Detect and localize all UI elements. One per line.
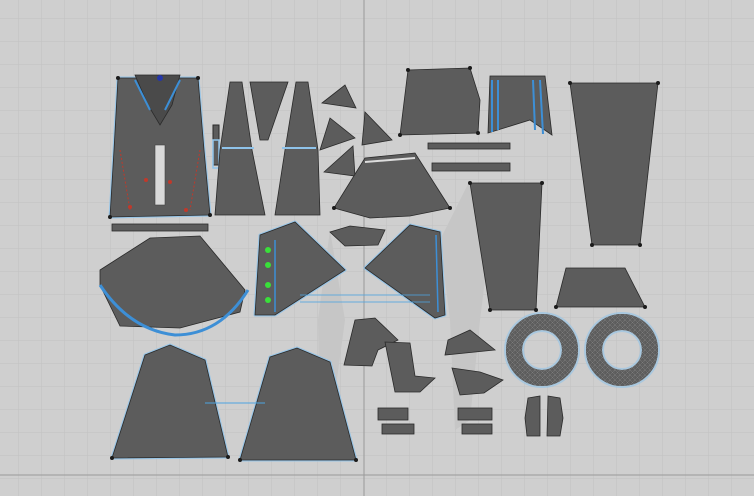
pattern-piece-waistband[interactable]: [111, 223, 209, 232]
uv-canvas[interactable]: [0, 0, 754, 496]
pattern-piece-yoke[interactable]: [399, 67, 481, 136]
pattern-piece-strap-2[interactable]: [431, 162, 511, 172]
grid-background: [0, 0, 754, 496]
pattern-piece-strap-1[interactable]: [427, 142, 511, 150]
